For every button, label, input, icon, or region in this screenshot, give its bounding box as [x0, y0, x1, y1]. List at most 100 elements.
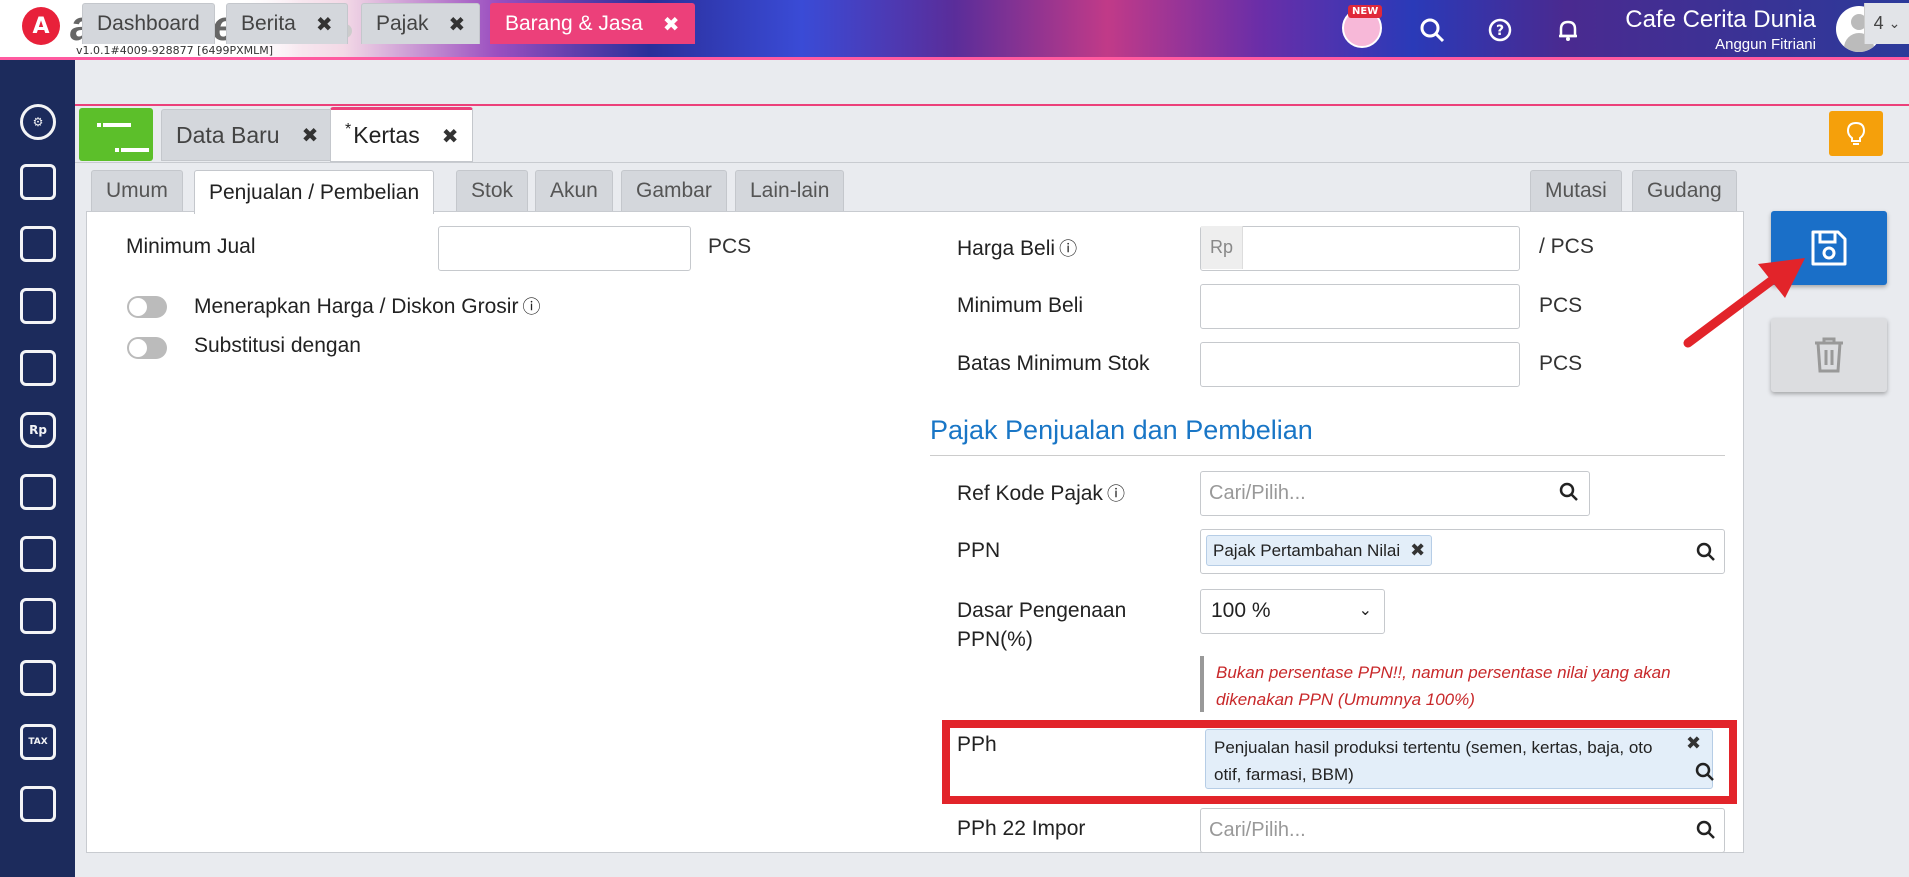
report-icon[interactable]: [20, 786, 56, 822]
ref-kode-pajak-input[interactable]: Cari/Pilih...: [1200, 471, 1590, 516]
form-tab-gudang[interactable]: Gudang: [1632, 170, 1737, 212]
tab-pajak[interactable]: Pajak ✖: [361, 3, 481, 44]
form-tab-lain-lain[interactable]: Lain-lain: [735, 170, 845, 212]
ppn-value: Pajak Pertambahan Nilai: [1213, 541, 1401, 560]
batas-minimum-stok-input[interactable]: [1200, 342, 1520, 387]
minimum-beli-unit: PCS: [1539, 294, 1583, 317]
minimum-jual-label: Minimum Jual: [126, 235, 256, 258]
form-tab-label: Mutasi: [1545, 179, 1607, 202]
form-tab-penjualan-pembelian[interactable]: Penjualan / Pembelian: [194, 170, 435, 214]
bell-icon[interactable]: [1552, 14, 1584, 46]
conveyor-icon[interactable]: [20, 660, 56, 696]
factory-icon[interactable]: [20, 598, 56, 634]
book-icon[interactable]: [20, 288, 56, 324]
tab-label: Berita: [241, 12, 296, 35]
search-icon[interactable]: [1559, 482, 1579, 507]
close-icon[interactable]: ✖: [663, 12, 680, 36]
search-icon[interactable]: [1416, 14, 1448, 46]
harga-beli-label-text: Harga Beli: [957, 237, 1056, 260]
company-name: Cafe Cerita Dunia: [1625, 6, 1816, 33]
tab-count-dropdown[interactable]: 4 ⌄: [1864, 3, 1909, 44]
svg-text:?: ?: [1496, 23, 1504, 39]
pph22-impor-input[interactable]: Cari/Pilih...: [1200, 808, 1725, 853]
ppn-note: Bukan persentase PPN!!, namun persentase…: [1200, 656, 1745, 712]
sidebar: ⚙ Rp TAX: [0, 60, 75, 877]
close-icon[interactable]: ✖: [316, 12, 333, 36]
tab-count: 4: [1873, 13, 1884, 33]
lightbulb-icon[interactable]: [1829, 111, 1883, 156]
info-icon[interactable]: ⓘ: [522, 297, 540, 317]
harga-beli-input[interactable]: [1200, 226, 1520, 271]
form-tab-label: Lain-lain: [750, 179, 830, 202]
grosir-toggle[interactable]: [127, 296, 167, 318]
form-tab-label: Gudang: [1647, 179, 1722, 202]
building-icon[interactable]: [20, 226, 56, 262]
tab-label: Pajak: [376, 12, 429, 35]
minimum-jual-unit: PCS: [708, 235, 752, 258]
list-view-button[interactable]: [79, 108, 167, 187]
chevron-down-icon: ⌄: [1358, 602, 1372, 619]
gear-icon[interactable]: ⚙: [20, 104, 56, 140]
placeholder: Cari/Pilih...: [1209, 819, 1306, 841]
trash-icon: [1815, 337, 1843, 373]
remove-icon[interactable]: ✖: [1410, 540, 1425, 561]
tab-label: Dashboard: [97, 12, 200, 35]
subtab-data-baru[interactable]: Data Baru ✖: [161, 109, 334, 161]
tab-label: Barang & Jasa: [505, 12, 643, 35]
form-tab-stok[interactable]: Stok: [456, 170, 529, 212]
search-icon[interactable]: [1696, 820, 1716, 845]
select-value: 100 %: [1211, 599, 1271, 622]
subtab-label: Kertas: [353, 122, 420, 148]
form-tab-umum[interactable]: Umum: [91, 170, 183, 212]
harga-beli-unit: / PCS: [1539, 235, 1594, 258]
form-tab-akun[interactable]: Akun: [535, 170, 613, 212]
form-tab-label: Stok: [471, 179, 514, 202]
minimum-jual-input[interactable]: [438, 226, 691, 271]
search-icon[interactable]: [1696, 542, 1716, 567]
help-icon[interactable]: ?: [1484, 14, 1516, 46]
minimum-beli-input[interactable]: [1200, 284, 1520, 329]
bank-icon[interactable]: [20, 350, 56, 386]
currency-prefix: Rp: [1201, 226, 1243, 269]
cart-icon[interactable]: [20, 474, 56, 510]
modified-mark: *: [345, 120, 352, 138]
ppn-chip: Pajak Pertambahan Nilai ✖: [1206, 535, 1433, 566]
new-badge: NEW: [1348, 5, 1383, 18]
company-info[interactable]: Cafe Cerita Dunia Anggun Fitriani: [1625, 6, 1816, 53]
batas-minimum-stok-unit: PCS: [1539, 352, 1583, 375]
tab-berita[interactable]: Berita ✖: [226, 3, 348, 44]
substitusi-label: Substitusi dengan: [194, 334, 361, 357]
tax-icon[interactable]: TAX: [20, 724, 56, 760]
grosir-label: Menerapkan Harga / Diskon Grosir ⓘ: [194, 293, 540, 319]
close-icon[interactable]: ✖: [442, 124, 459, 148]
tab-barang-jasa[interactable]: Barang & Jasa ✖: [490, 3, 695, 44]
dasar-pengenaan-select[interactable]: 100 % ⌄: [1200, 589, 1385, 634]
highlight-box: [942, 720, 1737, 804]
form-tab-label: Gambar: [636, 179, 712, 202]
dasar-pengenaan-label: Dasar Pengenaan PPN(%): [957, 596, 1126, 654]
info-icon[interactable]: ⓘ: [1059, 239, 1077, 259]
pph22-impor-label: PPh 22 Impor: [957, 817, 1086, 840]
close-icon[interactable]: ✖: [449, 12, 466, 36]
ref-kode-pajak-label-text: Ref Kode Pajak: [957, 482, 1103, 505]
form-tab-gambar[interactable]: Gambar: [621, 170, 727, 212]
substitusi-toggle[interactable]: [127, 337, 167, 359]
tax-section-title: Pajak Penjualan dan Pembelian: [930, 415, 1313, 445]
accurate-logo-icon[interactable]: A: [22, 7, 60, 45]
trolley-icon[interactable]: [20, 536, 56, 572]
form-tab-mutasi[interactable]: Mutasi: [1530, 170, 1622, 212]
subtab-kertas[interactable]: * Kertas ✖: [330, 107, 474, 162]
close-icon[interactable]: ✖: [302, 123, 319, 147]
money-bag-icon[interactable]: Rp: [20, 412, 56, 448]
tax-label: TAX: [28, 737, 48, 747]
red-arrow-annotation: [1683, 258, 1805, 348]
info-icon[interactable]: ⓘ: [1107, 484, 1125, 504]
batas-minimum-stok-label: Batas Minimum Stok: [957, 352, 1150, 375]
subtab-label: Data Baru: [176, 121, 280, 148]
form-tab-label: Akun: [550, 179, 598, 202]
section-divider: [930, 455, 1725, 456]
dasar-label-line2: PPN(%): [957, 628, 1033, 651]
fax-icon[interactable]: [20, 164, 56, 200]
tab-dashboard[interactable]: Dashboard: [82, 3, 215, 44]
main-tabs: [75, 60, 1909, 105]
